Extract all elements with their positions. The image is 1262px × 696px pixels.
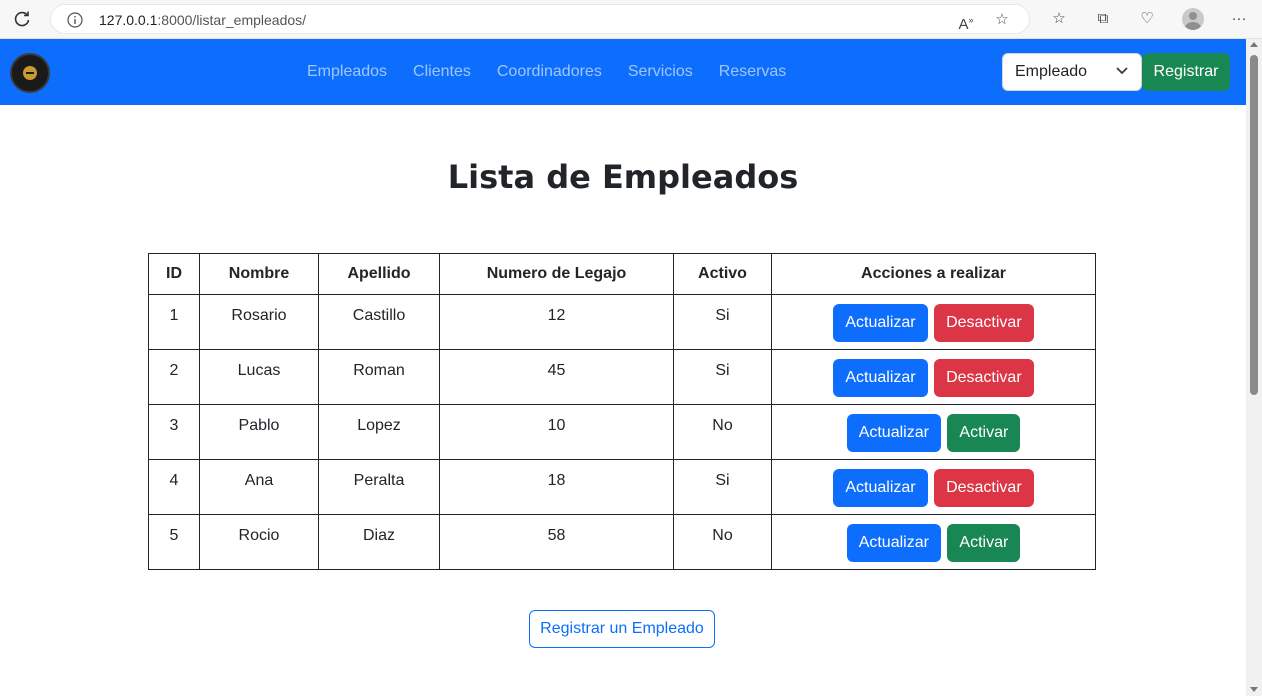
- update-button[interactable]: Actualizar: [846, 414, 941, 452]
- header-acciones: Acciones a realizar: [771, 253, 1096, 295]
- scroll-down-arrow-icon[interactable]: [1250, 687, 1258, 692]
- profile-avatar-icon[interactable]: [1182, 8, 1204, 30]
- nav-link-reservas[interactable]: Reservas: [706, 63, 800, 81]
- favorites-icon[interactable]: ☆: [1050, 10, 1068, 28]
- reload-icon[interactable]: [12, 9, 32, 29]
- table-row: 4 Ana Peralta 18 Si Actualizar Desactiva…: [148, 459, 1096, 515]
- nav-links: Empleados Clientes Coordinadores Servici…: [294, 39, 799, 105]
- cell-legajo: 45: [439, 349, 674, 405]
- navbar: Empleados Clientes Coordinadores Servici…: [0, 39, 1246, 105]
- register-type-select[interactable]: Empleado: [1002, 53, 1142, 91]
- cell-legajo: 58: [439, 514, 674, 570]
- cell-apellido: Lopez: [318, 404, 440, 460]
- cell-activo: Si: [673, 294, 772, 350]
- header-apellido: Apellido: [318, 253, 440, 295]
- header-id: ID: [148, 253, 200, 295]
- cell-id: 2: [148, 349, 200, 405]
- cell-id: 5: [148, 514, 200, 570]
- cell-acciones: Actualizar Activar: [771, 404, 1096, 460]
- table-row: 5 Rocio Diaz 58 No Actualizar Activar: [148, 514, 1096, 570]
- cell-activo: Si: [673, 349, 772, 405]
- cell-id: 3: [148, 404, 200, 460]
- select-value: Empleado: [1015, 63, 1088, 80]
- cell-nombre: Lucas: [199, 349, 319, 405]
- cell-nombre: Rosario: [199, 294, 319, 350]
- site-info-icon[interactable]: [67, 12, 83, 28]
- activate-button[interactable]: Activar: [947, 414, 1021, 452]
- table-header-row: ID Nombre Apellido Numero de Legajo Acti…: [148, 253, 1096, 295]
- update-button[interactable]: Actualizar: [833, 304, 928, 342]
- activate-button[interactable]: Activar: [947, 524, 1021, 562]
- cell-id: 4: [148, 459, 200, 515]
- chevron-down-icon: [1116, 67, 1128, 75]
- cell-acciones: Actualizar Desactivar: [771, 294, 1096, 350]
- deactivate-button[interactable]: Desactivar: [934, 469, 1034, 507]
- update-button[interactable]: Actualizar: [833, 469, 928, 507]
- nav-link-clientes[interactable]: Clientes: [400, 63, 484, 81]
- more-menu-icon[interactable]: ···: [1230, 10, 1248, 28]
- table-row: 3 Pablo Lopez 10 No Actualizar Activar: [148, 404, 1096, 460]
- brand-logo-icon[interactable]: [10, 53, 50, 93]
- page-title: Lista de Empleados: [447, 158, 799, 196]
- url-path: :8000/listar_empleados/: [157, 12, 307, 28]
- nav-link-coordinadores[interactable]: Coordinadores: [484, 63, 615, 81]
- cell-legajo: 12: [439, 294, 674, 350]
- cell-apellido: Peralta: [318, 459, 440, 515]
- header-activo: Activo: [673, 253, 772, 295]
- address-bar[interactable]: 127.0.0.1:8000/listar_empleados/ A» ☆: [50, 4, 1030, 34]
- cell-acciones: Actualizar Activar: [771, 514, 1096, 570]
- cell-acciones: Actualizar Desactivar: [771, 459, 1096, 515]
- cell-nombre: Rocio: [199, 514, 319, 570]
- header-legajo: Numero de Legajo: [439, 253, 674, 295]
- browser-essentials-icon[interactable]: ♡: [1138, 10, 1156, 28]
- cell-activo: No: [673, 404, 772, 460]
- read-aloud-icon[interactable]: A»: [957, 11, 975, 33]
- cell-apellido: Roman: [318, 349, 440, 405]
- favorite-star-icon[interactable]: ☆: [993, 11, 1011, 29]
- url-text: 127.0.0.1:8000/listar_empleados/: [99, 12, 306, 28]
- url-host: 127.0.0.1: [99, 12, 158, 28]
- collections-icon[interactable]: ⧉: [1094, 10, 1112, 28]
- cell-nombre: Pablo: [199, 404, 319, 460]
- update-button[interactable]: Actualizar: [833, 359, 928, 397]
- nav-link-servicios[interactable]: Servicios: [615, 63, 706, 81]
- table-row: 2 Lucas Roman 45 Si Actualizar Desactiva…: [148, 349, 1096, 405]
- cell-id: 1: [148, 294, 200, 350]
- update-button[interactable]: Actualizar: [846, 524, 941, 562]
- table-row: 1 Rosario Castillo 12 Si Actualizar Desa…: [148, 294, 1096, 350]
- register-button[interactable]: Registrar: [1142, 53, 1230, 91]
- cell-apellido: Castillo: [318, 294, 440, 350]
- register-employee-button[interactable]: Registrar un Empleado: [529, 610, 715, 648]
- deactivate-button[interactable]: Desactivar: [934, 359, 1034, 397]
- cell-legajo: 18: [439, 459, 674, 515]
- cell-apellido: Diaz: [318, 514, 440, 570]
- scroll-up-arrow-icon[interactable]: [1250, 42, 1258, 47]
- header-nombre: Nombre: [199, 253, 319, 295]
- page-scrollbar[interactable]: [1246, 39, 1262, 696]
- cell-nombre: Ana: [199, 459, 319, 515]
- browser-toolbar: 127.0.0.1:8000/listar_empleados/ A» ☆ ☆ …: [0, 0, 1262, 39]
- deactivate-button[interactable]: Desactivar: [934, 304, 1034, 342]
- scroll-thumb[interactable]: [1250, 55, 1258, 395]
- cell-legajo: 10: [439, 404, 674, 460]
- cell-activo: Si: [673, 459, 772, 515]
- nav-link-empleados[interactable]: Empleados: [294, 63, 400, 81]
- cell-acciones: Actualizar Desactivar: [771, 349, 1096, 405]
- cell-activo: No: [673, 514, 772, 570]
- employees-table: ID Nombre Apellido Numero de Legajo Acti…: [148, 253, 1096, 570]
